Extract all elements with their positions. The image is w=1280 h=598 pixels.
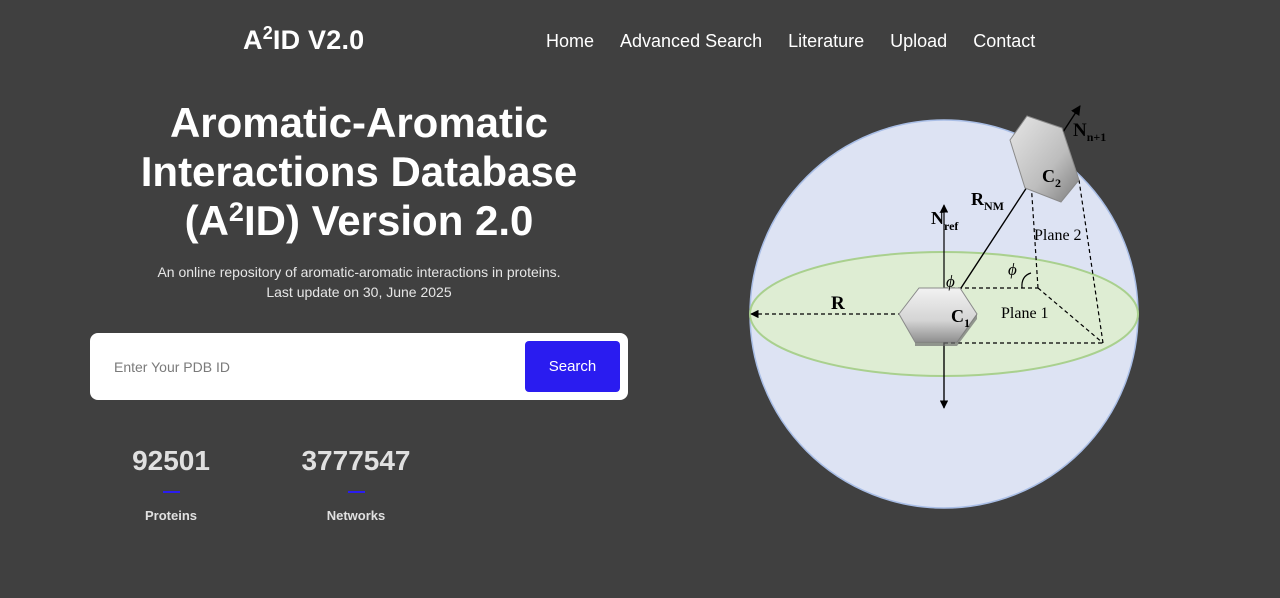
label-c1-subscript: 1 bbox=[964, 316, 970, 330]
nav-contact[interactable]: Contact bbox=[973, 31, 1035, 52]
site-logo[interactable]: A2ID V2.0 bbox=[243, 23, 365, 56]
stat-proteins: 92501 Proteins bbox=[81, 443, 261, 523]
label-plane-2: Plane 2 bbox=[1034, 227, 1082, 244]
label-n-next-subscript: n+1 bbox=[1087, 130, 1107, 144]
label-plane-1: Plane 1 bbox=[1001, 305, 1049, 322]
label-nref-subscript: ref bbox=[944, 219, 959, 233]
label-phi-1: ϕ bbox=[946, 272, 955, 291]
hero-title: Aromatic-Aromatic Interactions Database … bbox=[90, 98, 628, 251]
brand-superscript: 2 bbox=[262, 23, 273, 43]
aromatic-interaction-diagram: Nn+1 C2 RNM Nref Plane 2 ϕ ϕ R C1 Plane … bbox=[749, 105, 1139, 509]
page: A2ID V2.0 Home Advanced Search Literatur… bbox=[0, 0, 1280, 598]
nav-literature[interactable]: Literature bbox=[788, 31, 864, 52]
nav-advanced-search[interactable]: Advanced Search bbox=[620, 31, 762, 52]
label-c2-subscript: 2 bbox=[1055, 176, 1061, 190]
hero-subtitle: An online repository of aromatic-aromati… bbox=[90, 262, 628, 302]
stat-divider bbox=[162, 491, 180, 493]
search-button[interactable]: Search bbox=[525, 341, 620, 392]
stat-divider bbox=[347, 491, 365, 493]
stat-proteins-label: Proteins bbox=[144, 508, 197, 523]
hero-title-superscript: 2 bbox=[228, 197, 244, 227]
label-phi-2: ϕ bbox=[1008, 260, 1017, 279]
label-r: R bbox=[831, 293, 845, 314]
brand-prefix: A bbox=[243, 25, 263, 55]
subtitle-last-update: Last update on 30, June 2025 bbox=[266, 284, 452, 300]
pdb-id-search-input[interactable] bbox=[104, 343, 514, 390]
label-n-next: Nn+1 bbox=[1073, 120, 1106, 144]
subtitle-description: An online repository of aromatic-aromati… bbox=[157, 264, 561, 280]
label-rnm-subscript: NM bbox=[984, 199, 1004, 213]
hero-title-line3-suffix: ID) Version 2.0 bbox=[243, 197, 534, 244]
search-form: Search bbox=[90, 333, 628, 400]
stat-networks-label: Networks bbox=[326, 508, 386, 523]
hero-title-line1: Aromatic-Aromatic bbox=[169, 99, 549, 146]
nav-upload[interactable]: Upload bbox=[890, 31, 947, 52]
stat-networks: 3777547 Networks bbox=[266, 443, 446, 523]
stat-proteins-value: 92501 bbox=[132, 445, 210, 476]
main-nav: Home Advanced Search Literature Upload C… bbox=[546, 31, 1035, 52]
stat-networks-value: 3777547 bbox=[301, 445, 411, 476]
nav-home[interactable]: Home bbox=[546, 31, 594, 52]
hero-title-line2: Interactions Database bbox=[140, 148, 578, 195]
brand-suffix: ID V2.0 bbox=[272, 25, 365, 55]
hero-title-line3-prefix: (A bbox=[184, 197, 229, 244]
